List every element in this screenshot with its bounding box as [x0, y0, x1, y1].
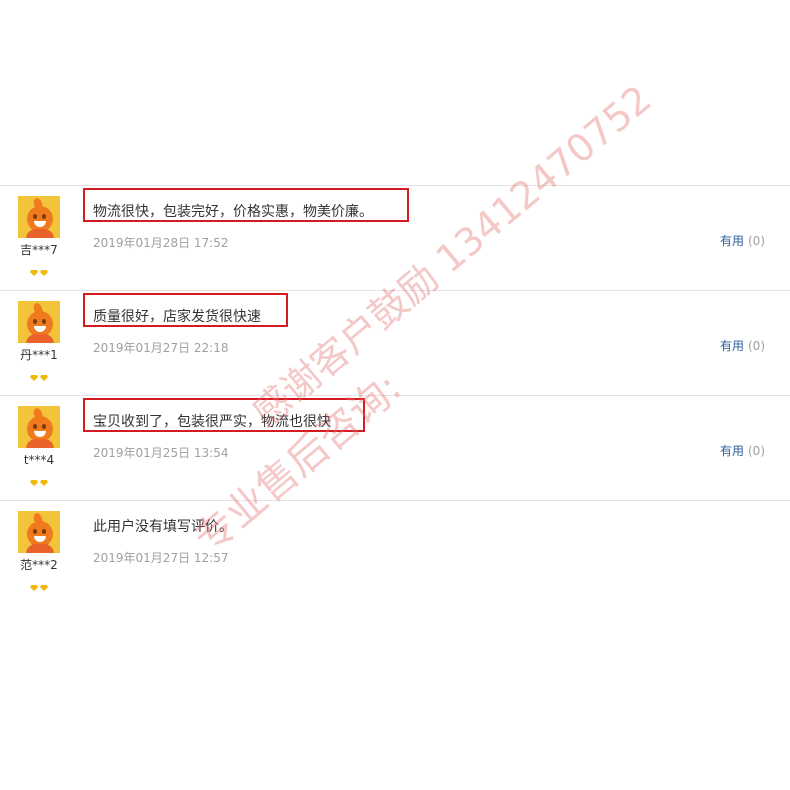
useful-count: (0) [748, 339, 765, 353]
review-item: 丹***1 质量很好，店家发货很快速 2019年01月27日 22:18 有用(… [0, 290, 790, 395]
review-date: 2019年01月27日 12:57 [93, 551, 229, 565]
level-medals-icon [12, 261, 66, 276]
useful-count: (0) [748, 444, 765, 458]
reviewer-name: 吉***7 [20, 243, 58, 257]
useful-label[interactable]: 有用 [720, 444, 744, 458]
level-medals-icon [12, 366, 66, 381]
review-list: 吉***7 物流很快，包装完好，价格实惠，物美价廉。 2019年01月28日 1… [0, 185, 790, 605]
highlight-box [83, 293, 288, 327]
reviewer-name: t***4 [23, 453, 55, 467]
level-medals-icon [12, 576, 66, 591]
useful-button[interactable]: 有用 (0) [720, 232, 765, 249]
reviewer: 吉***7 [12, 196, 66, 276]
review-item: t***4 宝贝收到了，包装很严实，物流也很快 2019年01月25日 13:5… [0, 395, 790, 500]
review-item: 范***2 此用户没有填写评价。 2019年01月27日 12:57 [0, 500, 790, 605]
avatar[interactable] [18, 511, 60, 553]
useful-count: (0) [748, 234, 765, 248]
reviewer-name: 范***2 [20, 558, 58, 572]
level-medals-icon [12, 471, 66, 486]
review-date: 2019年01月27日 22:18 [93, 341, 229, 355]
useful-label[interactable]: 有用 [720, 234, 744, 248]
avatar[interactable] [18, 196, 60, 238]
review-item: 吉***7 物流很快，包装完好，价格实惠，物美价廉。 2019年01月28日 1… [0, 185, 790, 290]
avatar[interactable] [18, 301, 60, 343]
review-content: 此用户没有填写评价。 2019年01月27日 12:57 [93, 517, 233, 565]
useful-button[interactable]: 有用 (0) [720, 442, 765, 459]
useful-button[interactable]: 有用 (0) [720, 337, 765, 354]
reviewer: t***4 [12, 406, 66, 486]
review-text: 此用户没有填写评价。 [93, 519, 233, 535]
review-date: 2019年01月28日 17:52 [93, 236, 229, 250]
review-date: 2019年01月25日 13:54 [93, 446, 229, 460]
reviewer: 范***2 [12, 511, 66, 591]
highlight-box [83, 188, 409, 222]
reviewer-name: 丹***1 [20, 348, 58, 362]
avatar[interactable] [18, 406, 60, 448]
reviewer: 丹***1 [12, 301, 66, 381]
useful-label[interactable]: 有用 [720, 339, 744, 353]
highlight-box [83, 398, 365, 432]
